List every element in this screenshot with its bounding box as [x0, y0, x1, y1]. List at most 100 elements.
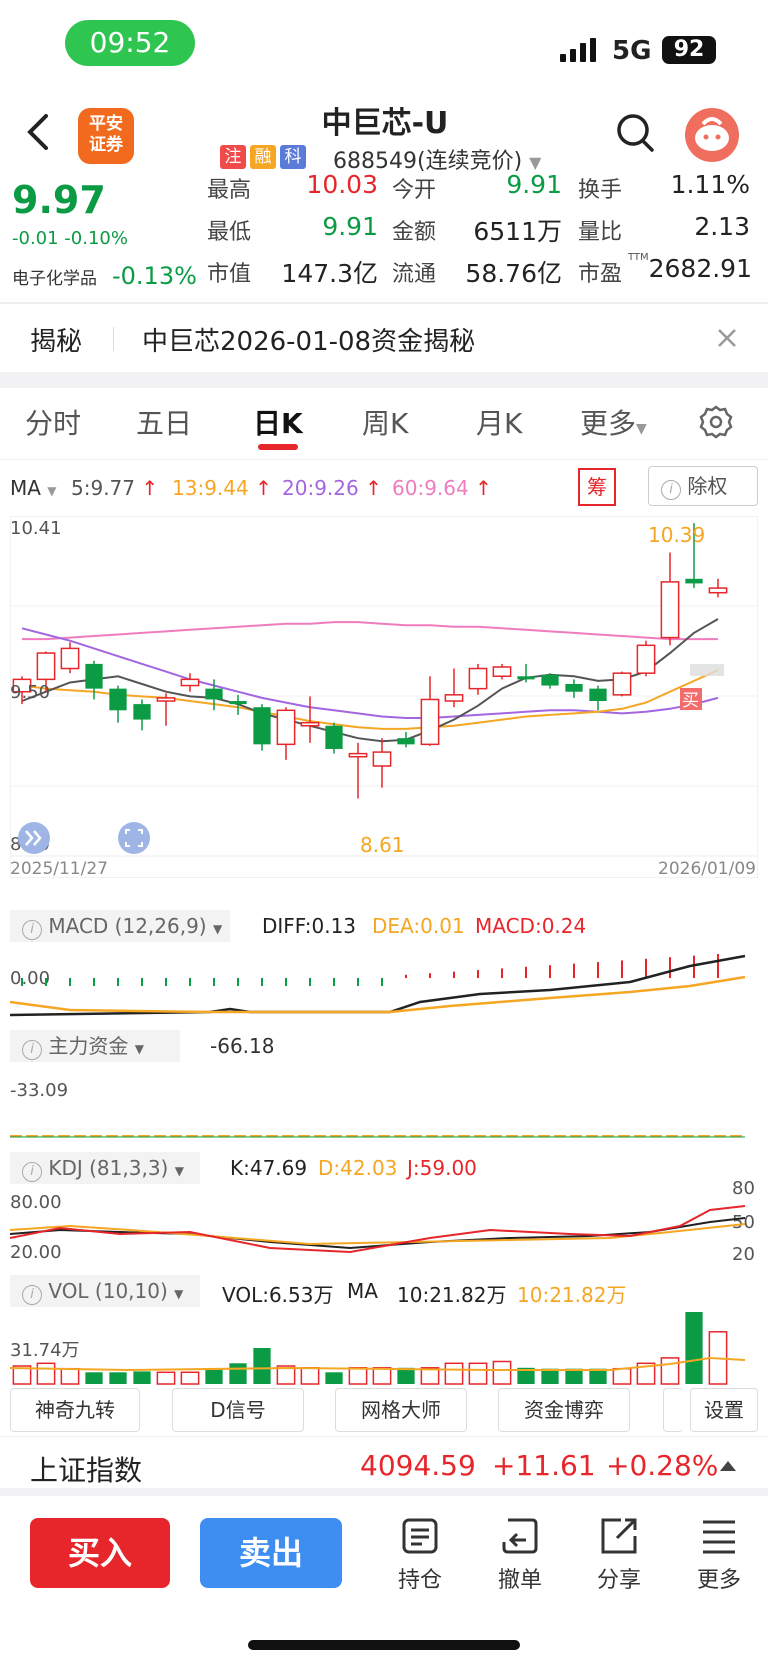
- status-bar: 09:52 5G 92: [0, 0, 768, 90]
- expand-up-icon[interactable]: [718, 1459, 738, 1473]
- tab-more-label: 更多: [580, 407, 637, 440]
- back-arrow-icon[interactable]: [22, 112, 56, 152]
- chip-distribution-button[interactable]: 筹: [578, 468, 616, 506]
- label-open: 今开: [392, 178, 437, 203]
- main-funds-label: 主力资金: [48, 1034, 129, 1058]
- volume-bar: [660, 1357, 680, 1385]
- kdj-r20: 20: [732, 1244, 755, 1260]
- label-market-cap: 市值: [207, 262, 252, 287]
- quote-panel: 9.97 -0.01 -0.10% 电子化学品 -0.13% 最高 10.03 …: [0, 170, 768, 298]
- volume-bar: [612, 1367, 632, 1385]
- ma-selector[interactable]: MA ▼: [10, 476, 57, 500]
- kdj-r80: 80: [732, 1180, 755, 1199]
- reveal-banner[interactable]: 揭秘 中巨芯2026-01-08资金揭秘: [0, 305, 768, 369]
- arrow-up-icon: ↑: [135, 476, 159, 500]
- buy-marker-text: 买: [682, 691, 699, 711]
- cancel-order-button[interactable]: 撤单: [485, 1516, 555, 1594]
- logo-line2: 证券: [89, 135, 123, 155]
- volume-bar: [372, 1367, 392, 1385]
- period-tabs: 分时 五日 日K 周K 月K 更多▼: [0, 388, 768, 460]
- buy-button[interactable]: 买入: [30, 1518, 170, 1588]
- date-start: 2025/11/27: [10, 859, 108, 878]
- label-pe: 市盈: [578, 262, 623, 287]
- ma60-value: 60:9.64 ↑: [392, 476, 492, 500]
- label-low: 最低: [207, 220, 252, 245]
- volume-bar: [348, 1367, 368, 1385]
- label-float-cap: 流通: [392, 262, 437, 287]
- menu-icon: [703, 1520, 735, 1554]
- macd-diff: DIFF:0.13: [262, 914, 357, 938]
- caret-down-icon: ▼: [212, 922, 223, 936]
- signal-icon: [560, 38, 596, 62]
- gear-icon[interactable]: [698, 404, 734, 440]
- tool-grid-master[interactable]: 网格大师: [335, 1388, 467, 1432]
- network-label: 5G: [612, 36, 652, 66]
- adjust-button[interactable]: i 除权: [648, 466, 758, 506]
- caret-down-icon: ▼: [636, 421, 647, 437]
- index-percent: +0.28%: [606, 1449, 719, 1482]
- divider: [0, 302, 768, 304]
- volume-bar: [109, 1372, 127, 1384]
- holdings-icon: [402, 1518, 438, 1554]
- value-pe: 2682.91: [648, 254, 752, 283]
- candlestick-chart[interactable]: 10.41 9.50 8.29 10.39 8.61 买 2025/11/27 …: [10, 516, 758, 878]
- tab-more[interactable]: 更多▼: [580, 402, 647, 442]
- tab-intraday[interactable]: 分时: [25, 402, 81, 442]
- volume-bar: [685, 1312, 703, 1384]
- share-button[interactable]: 分享: [584, 1516, 654, 1594]
- main-funds-chart: [10, 1135, 745, 1138]
- volume-bar: [156, 1371, 176, 1385]
- sector-name[interactable]: 电子化学品: [12, 264, 97, 289]
- volume-bar: [397, 1367, 415, 1384]
- tab-five-day[interactable]: 五日: [136, 402, 192, 442]
- stock-name[interactable]: 中巨芯-U: [250, 98, 520, 142]
- main-funds-selector[interactable]: i 主力资金 ▼: [10, 1030, 180, 1062]
- index-name: 上证指数: [30, 1454, 143, 1487]
- value-low: 9.91: [322, 212, 378, 241]
- tab-daily-k[interactable]: 日K: [253, 402, 303, 442]
- volume-bar: [444, 1362, 464, 1385]
- tab-active-indicator: [258, 444, 298, 450]
- value-volume-ratio: 2.13: [694, 212, 750, 241]
- sell-button[interactable]: 卖出: [200, 1518, 342, 1588]
- tab-monthly-k[interactable]: 月K: [476, 402, 522, 442]
- search-icon[interactable]: [615, 112, 655, 156]
- candle: [636, 640, 656, 677]
- price-marker: [690, 664, 724, 676]
- tab-weekly-k[interactable]: 周K: [362, 402, 408, 442]
- ma-label: MA: [10, 476, 41, 500]
- macd-zero-label: 0.00: [10, 968, 50, 989]
- label-volume-ratio: 量比: [578, 220, 623, 245]
- scroll-left-icon[interactable]: [18, 822, 50, 854]
- assistant-avatar-icon[interactable]: [685, 108, 739, 162]
- reveal-text[interactable]: 中巨芯2026-01-08资金揭秘: [142, 321, 475, 358]
- arrow-up-icon: ↑: [248, 476, 272, 500]
- more-button[interactable]: 更多: [684, 1516, 754, 1594]
- macd-selector[interactable]: i MACD (12,26,9) ▼: [10, 910, 230, 942]
- tool-d-signal[interactable]: D信号: [172, 1388, 304, 1432]
- tool-magic-nine[interactable]: 神奇九转: [10, 1388, 140, 1432]
- index-ticker[interactable]: 上证指数 4094.59 +11.61 +0.28%: [0, 1436, 768, 1496]
- ma13-text: 13:9.44: [172, 476, 249, 500]
- holdings-button[interactable]: 持仓: [385, 1516, 455, 1594]
- arrow-up-icon: ↑: [468, 476, 492, 500]
- kdj-r50: 50: [732, 1212, 755, 1233]
- ma60-text: 60:9.64: [392, 476, 469, 500]
- caret-down-icon: ▼: [47, 484, 57, 498]
- main-funds-value: -66.18: [210, 1034, 275, 1058]
- tool-settings[interactable]: 设置: [690, 1388, 758, 1432]
- vol-ma-value-2: 10:21.82万: [517, 1283, 627, 1307]
- kdj-chart: 80.00 20.00 80 50 20: [10, 1180, 755, 1260]
- ma20-text: 20:9.26: [282, 476, 359, 500]
- tool-more[interactable]: [663, 1388, 683, 1432]
- close-icon[interactable]: [716, 327, 738, 349]
- value-market-cap: 147.3亿: [281, 259, 378, 288]
- buy-marker: 买: [680, 688, 702, 711]
- vol-selector[interactable]: i VOL (10,10) ▼: [10, 1275, 200, 1307]
- vol-ma-label: MA: [347, 1279, 378, 1303]
- value-turnover: 1.11%: [670, 170, 750, 199]
- tool-fund-game[interactable]: 资金博弈: [498, 1388, 630, 1432]
- fullscreen-icon[interactable]: [118, 822, 150, 854]
- low-label: 8.61: [360, 833, 405, 857]
- info-icon: i: [22, 1285, 42, 1305]
